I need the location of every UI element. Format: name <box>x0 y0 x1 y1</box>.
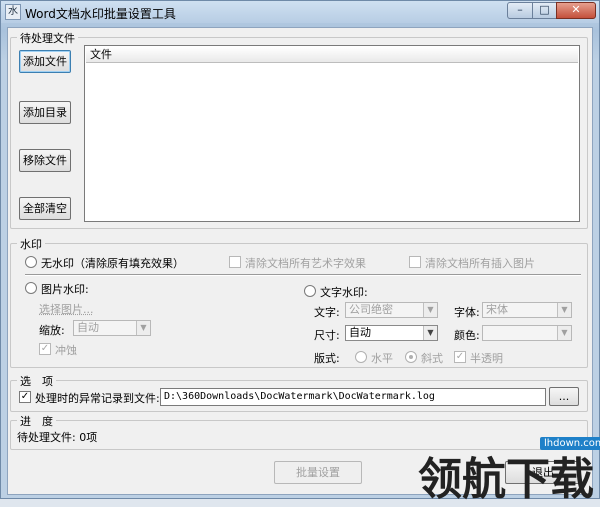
watermark-divider <box>25 274 581 276</box>
clear-art-text-checkbox[interactable] <box>229 256 241 268</box>
image-watermark-radio[interactable] <box>25 282 37 294</box>
main-window: 水 Word文档水印批量设置工具 – □ ✕ 待处理文件 添加文件 添加目录 移… <box>0 0 600 505</box>
site-watermark-logo: 领航下载 lhdown.com <box>418 437 600 505</box>
maximize-button[interactable]: □ <box>532 2 557 19</box>
options-group-label: 选 项 <box>17 373 56 389</box>
log-errors-checkbox[interactable]: ✓ <box>19 391 31 403</box>
text-select[interactable]: 公司绝密 ▼ <box>345 302 438 318</box>
options-group: 选 项 ✓ 处理时的异常记录到文件: D:\360Downloads\DocWa… <box>10 373 588 412</box>
scale-value: 自动 <box>77 321 99 334</box>
watermark-group-label: 水印 <box>17 236 45 252</box>
chevron-down-icon: ▼ <box>557 303 571 317</box>
horizontal-radio[interactable] <box>355 351 367 363</box>
watermark-group: 水印 无水印（清除原有填充效果） 清除文档所有艺术字效果 清除文档所有插入图片 … <box>10 236 588 368</box>
font-select[interactable]: 宋体 ▼ <box>482 302 572 318</box>
text-watermark-radio[interactable] <box>304 285 316 297</box>
washout-checkbox[interactable]: ✓ <box>39 343 51 355</box>
chevron-down-icon: ▼ <box>557 326 571 340</box>
file-list[interactable]: 文件 <box>84 45 580 222</box>
scale-label: 缩放: <box>39 324 65 337</box>
select-image-link[interactable]: 选择图片... <box>39 301 94 317</box>
site-watermark-url: lhdown.com <box>540 437 600 450</box>
clear-images-label[interactable]: 清除文档所有插入图片 <box>425 255 535 271</box>
semitransparent-checkbox[interactable]: ✓ <box>454 351 466 363</box>
color-label: 颜色: <box>454 329 480 342</box>
horizontal-label[interactable]: 水平 <box>371 350 393 366</box>
size-select[interactable]: 自动 ▼ <box>345 325 438 341</box>
progress-group-label: 进 度 <box>17 413 56 429</box>
chevron-down-icon: ▼ <box>423 326 437 340</box>
text-label: 文字: <box>314 306 340 319</box>
batch-set-button[interactable]: 批量设置 <box>274 461 362 484</box>
text-watermark-label[interactable]: 文字水印: <box>320 284 368 300</box>
text-value: 公司绝密 <box>349 303 393 316</box>
files-group-label: 待处理文件 <box>17 30 78 46</box>
app-icon: 水 <box>5 4 21 20</box>
diagonal-radio[interactable] <box>405 351 417 363</box>
window-title: Word文档水印批量设置工具 <box>25 7 176 21</box>
image-watermark-label[interactable]: 图片水印: <box>41 281 89 297</box>
semitransparent-label[interactable]: 半透明 <box>470 350 503 366</box>
client-area: 待处理文件 添加文件 添加目录 移除文件 全部清空 文件 水印 无水印（清除原有… <box>7 27 593 495</box>
file-list-header[interactable]: 文件 <box>86 47 578 63</box>
title-bar[interactable]: 水 Word文档水印批量设置工具 – □ ✕ <box>1 1 599 23</box>
font-label: 字体: <box>454 306 480 319</box>
add-directory-button[interactable]: 添加目录 <box>19 101 71 124</box>
chevron-down-icon: ▼ <box>423 303 437 317</box>
minimize-button[interactable]: – <box>507 2 533 19</box>
files-group: 待处理文件 添加文件 添加目录 移除文件 全部清空 文件 <box>10 30 588 229</box>
chevron-down-icon: ▼ <box>136 321 150 335</box>
size-label: 尺寸: <box>314 329 340 342</box>
pending-files-status: 待处理文件: 0项 <box>17 431 98 444</box>
clear-images-checkbox[interactable] <box>409 256 421 268</box>
diagonal-label[interactable]: 斜式 <box>421 350 443 366</box>
close-button[interactable]: ✕ <box>556 2 596 19</box>
no-watermark-radio[interactable] <box>25 256 37 268</box>
no-watermark-label[interactable]: 无水印（清除原有填充效果） <box>41 255 184 271</box>
site-watermark-text: 领航下载 <box>418 454 594 505</box>
size-value: 自动 <box>349 326 371 339</box>
browse-button[interactable]: ... <box>549 387 579 406</box>
log-path-input[interactable]: D:\360Downloads\DocWatermark\DocWatermar… <box>160 388 546 406</box>
color-picker[interactable]: ▼ <box>482 325 572 341</box>
log-errors-label[interactable]: 处理时的异常记录到文件: <box>35 390 160 406</box>
layout-label: 版式: <box>314 352 340 365</box>
scale-select[interactable]: 自动 ▼ <box>73 320 151 336</box>
washout-label[interactable]: 冲蚀 <box>55 342 77 358</box>
add-file-button[interactable]: 添加文件 <box>19 50 71 73</box>
clear-all-button[interactable]: 全部清空 <box>19 197 71 220</box>
clear-art-text-label[interactable]: 清除文档所有艺术字效果 <box>245 255 366 271</box>
font-value: 宋体 <box>486 303 508 316</box>
remove-file-button[interactable]: 移除文件 <box>19 149 71 172</box>
